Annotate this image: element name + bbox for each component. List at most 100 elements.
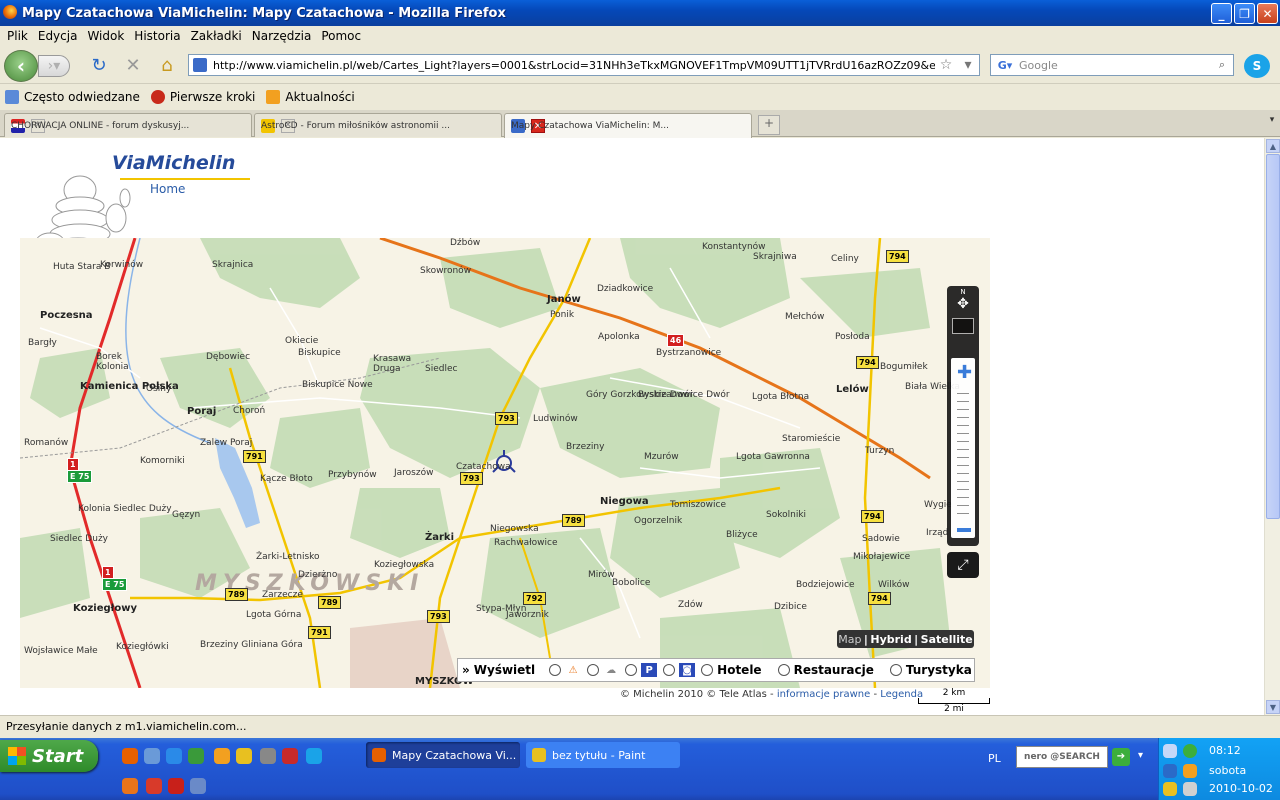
app6-quicklaunch-icon[interactable] <box>190 778 206 794</box>
map-place-label: Posłoda <box>835 332 870 342</box>
start-button[interactable]: Start <box>0 740 98 772</box>
task-paint[interactable]: bez tytułu - Paint <box>526 742 680 768</box>
search-bar[interactable]: G▾ Google ⌕ <box>990 54 1234 76</box>
close-window-button[interactable]: ✕ <box>1257 3 1278 24</box>
search-icon[interactable]: ⌕ <box>1211 58 1233 72</box>
explorer-quicklaunch-icon[interactable] <box>144 748 160 764</box>
url-text[interactable]: http://www.viamichelin.pl/web/Cartes_Lig… <box>213 59 935 72</box>
nero-search-box[interactable]: nero @SEARCH <box>1016 746 1108 768</box>
menu-historia[interactable]: Historia <box>134 29 180 43</box>
app4-quicklaunch-icon[interactable] <box>122 778 138 794</box>
zoom-slider-track[interactable]: ✚ <box>951 358 975 538</box>
zoom-out-icon[interactable] <box>957 528 971 532</box>
bookmarks-toolbar: Często odwiedzane Pierwsze kroki Aktualn… <box>0 85 1280 109</box>
map-place-label: Dzibice <box>774 602 807 612</box>
language-indicator[interactable]: PL <box>988 752 1001 765</box>
tray-app-icon[interactable] <box>1183 764 1197 778</box>
app-quicklaunch-icon[interactable] <box>214 748 230 764</box>
reload-icon[interactable]: ↻ <box>88 54 110 76</box>
traffic-radio[interactable] <box>549 664 562 676</box>
restaurants-option[interactable]: Restauracje <box>794 663 874 677</box>
clock-time[interactable]: 08:12 <box>1209 744 1241 757</box>
tray-app2-icon[interactable] <box>1163 782 1177 796</box>
address-bar[interactable]: http://www.viamichelin.pl/web/Cartes_Lig… <box>188 54 980 76</box>
skype-icon[interactable]: S <box>1244 54 1270 78</box>
expand-layers-icon[interactable]: » <box>462 663 470 677</box>
menu-pomoc[interactable]: Pomoc <box>321 29 361 43</box>
task-firefox[interactable]: Mapy Czatachowa Vi... <box>366 742 520 768</box>
home-icon[interactable]: ⌂ <box>156 54 178 76</box>
windows-logo-icon <box>8 747 26 765</box>
menu-plik[interactable]: Plik <box>7 29 28 43</box>
tourism-option[interactable]: Turystyka <box>906 663 972 677</box>
home-link[interactable]: Home <box>150 182 185 196</box>
restaurants-radio[interactable] <box>777 664 790 676</box>
minimize-button[interactable]: _ <box>1211 3 1232 24</box>
bookmark-label: Aktualności <box>285 90 355 104</box>
back-button[interactable]: ‹ <box>4 50 38 82</box>
search-input[interactable]: Google <box>1019 59 1058 72</box>
app3-quicklaunch-icon[interactable] <box>282 748 298 764</box>
new-tab-button[interactable]: + <box>758 115 780 135</box>
chrome-quicklaunch-icon[interactable] <box>236 748 252 764</box>
forward-button[interactable]: ›▾ <box>38 55 70 77</box>
vertical-scrollbar[interactable]: ▲ ▼ <box>1264 138 1280 715</box>
tab-list-icon[interactable]: ▾ <box>1264 115 1280 135</box>
hotels-option[interactable]: Hotele <box>717 663 761 677</box>
volume-icon[interactable] <box>1183 782 1197 796</box>
app2-quicklaunch-icon[interactable] <box>260 748 276 764</box>
show-label[interactable]: Wyświetl <box>474 663 535 677</box>
tab-viamichelin[interactable]: Mapy Czatachowa ViaMichelin: M... ✕ <box>504 113 752 138</box>
overview-toggle[interactable] <box>952 318 974 334</box>
tab-astrocd[interactable]: AstroCD - Forum miłośników astronomii ..… <box>254 113 502 137</box>
menu-zakladki[interactable]: Zakładki <box>191 29 242 43</box>
nero-go-icon[interactable]: ➔ <box>1112 748 1130 766</box>
scale-km: 2 km <box>942 688 966 698</box>
map-type-satellite[interactable]: Satellite <box>921 633 973 646</box>
google-engine-icon[interactable]: G▾ <box>991 59 1019 72</box>
menu-widok[interactable]: Widok <box>87 29 124 43</box>
maximize-button[interactable]: ❐ <box>1234 3 1255 24</box>
hotels-radio[interactable] <box>701 664 714 676</box>
map-town-label: Poczesna <box>40 310 93 321</box>
menu-edycja[interactable]: Edycja <box>38 29 78 43</box>
tray-arrow-icon[interactable] <box>1163 764 1177 778</box>
security-icon[interactable] <box>1183 744 1197 758</box>
zoom-in-icon[interactable]: ✚ <box>957 362 972 383</box>
bookmark-aktualnosci[interactable]: Aktualności <box>266 90 355 104</box>
toolbar-menu-icon[interactable]: ▾ <box>1138 750 1143 761</box>
bookmark-star-icon[interactable]: ☆ <box>935 57 957 73</box>
stop-icon[interactable]: ✕ <box>122 54 144 76</box>
scroll-down-icon[interactable]: ▼ <box>1266 700 1280 714</box>
menu-narzedzia[interactable]: Narzędzia <box>252 29 312 43</box>
map-type-map[interactable]: Map <box>838 633 861 646</box>
weather-radio[interactable] <box>587 664 600 676</box>
bookmark-pierwsze-kroki[interactable]: Pierwsze kroki <box>150 90 255 104</box>
skype-quicklaunch-icon[interactable] <box>306 748 322 764</box>
legal-link[interactable]: informacje prawne <box>777 689 870 700</box>
map-type-hybrid[interactable]: Hybrid <box>870 633 911 646</box>
firefox-quicklaunch-icon[interactable] <box>122 748 138 764</box>
scroll-thumb[interactable] <box>1266 154 1280 519</box>
legend-link[interactable]: Legenda <box>880 689 923 700</box>
pan-control-icon[interactable]: ✥ <box>947 296 979 312</box>
network-icon[interactable] <box>1163 744 1177 758</box>
fullscreen-icon[interactable]: ⤢ <box>947 552 979 578</box>
map-place-label: Staromieście <box>782 434 841 444</box>
ie-quicklaunch-icon[interactable] <box>166 748 182 764</box>
map-place-label: Tomiszowice <box>670 500 727 510</box>
parking-radio[interactable] <box>625 664 638 676</box>
speedcam-radio[interactable] <box>663 664 676 676</box>
scroll-up-icon[interactable]: ▲ <box>1266 139 1280 153</box>
tab-chorwacja[interactable]: CHORWACJA ONLINE - forum dyskusyj... ✕ <box>4 113 252 137</box>
acrobat-quicklaunch-icon[interactable] <box>168 778 184 794</box>
firefox-icon <box>150 90 165 104</box>
map-place-label: Lgota Gawronna <box>736 452 810 462</box>
tourism-radio[interactable] <box>889 664 902 676</box>
bookmark-czesto-odwiedzane[interactable]: Często odwiedzane <box>5 90 140 104</box>
url-dropdown-icon[interactable]: ▾ <box>957 57 979 73</box>
viamichelin-logo[interactable]: ViaMichelin <box>112 152 235 174</box>
app5-quicklaunch-icon[interactable] <box>146 778 162 794</box>
map-canvas[interactable]: MYSZKOWSKI Skrajnica Korwinów Huta Stara B… <box>20 238 990 688</box>
media-quicklaunch-icon[interactable] <box>188 748 204 764</box>
